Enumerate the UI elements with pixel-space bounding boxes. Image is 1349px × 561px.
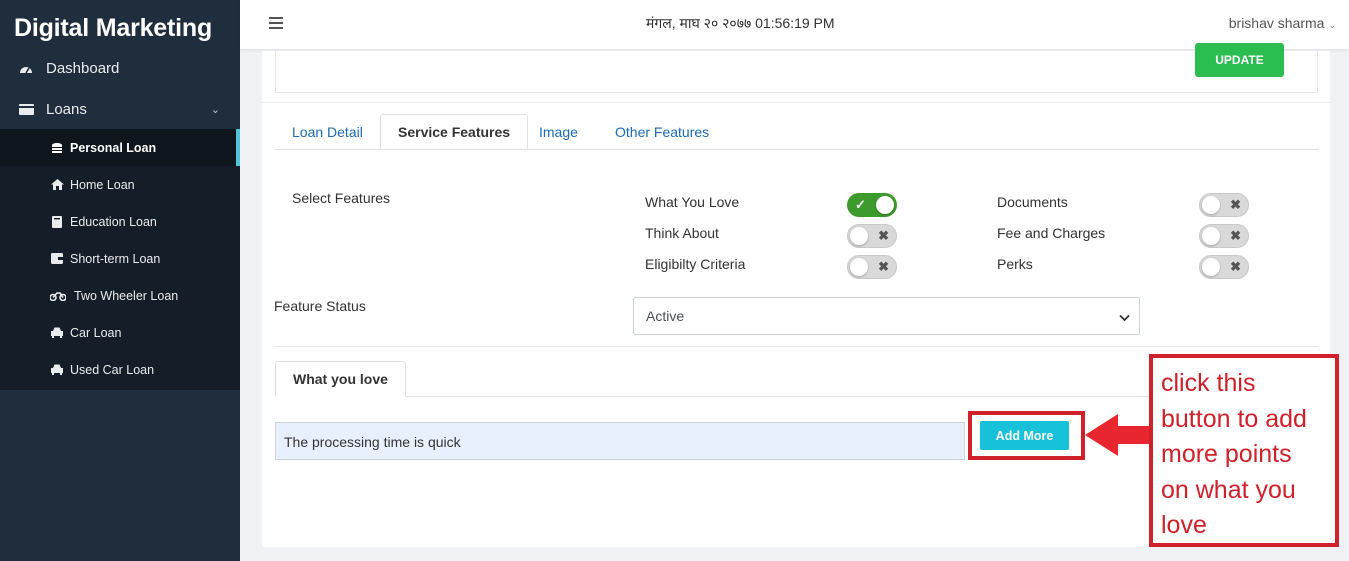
add-more-button[interactable]: Add More — [980, 421, 1069, 450]
think-about-toggle[interactable]: ✖ — [847, 224, 897, 248]
annotation-line: love — [1161, 511, 1207, 539]
what-you-love-toggle[interactable]: ✓ — [847, 193, 897, 217]
annotation-arrow-icon — [1085, 414, 1153, 456]
fee-and-charges-toggle[interactable]: ✖ — [1199, 224, 1249, 248]
nepali-datetime: मंगल, माघ २० २०७७ 01:56:19 PM — [646, 15, 835, 31]
menu-toggle-icon[interactable] — [269, 16, 283, 30]
home-icon — [50, 179, 64, 190]
sidebar-item-label: Used Car Loan — [70, 362, 155, 377]
sidebar-item-used-car-loan[interactable]: Used Car Loan — [0, 351, 240, 388]
feature-status-label: Feature Status — [274, 298, 366, 314]
sidebar-item-car-loan[interactable]: Car Loan — [0, 314, 240, 351]
feature-label-what-you-love: What You Love — [645, 194, 740, 210]
sidebar-item-education-loan[interactable]: Education Loan — [0, 203, 240, 240]
chevron-down-icon: ⌄ — [210, 103, 220, 116]
credit-card-icon — [18, 103, 34, 115]
close-icon: ✖ — [878, 259, 889, 274]
top-navbar: मंगल, माघ २० २०७७ 01:56:19 PM brishav sh… — [240, 0, 1349, 50]
dashboard-icon — [18, 62, 34, 74]
loan-form-card-top — [262, 51, 1330, 102]
sidebar-item-two-wheeler-loan[interactable]: Two Wheeler Loan — [0, 277, 240, 314]
chevron-down-icon — [1119, 309, 1130, 325]
feature-label-eligibility-criteria: Eligibilty Criteria — [645, 256, 746, 272]
sidebar-item-home-loan[interactable]: Home Loan — [0, 166, 240, 203]
user-menu[interactable]: brishav sharma ⌄ — [1229, 15, 1336, 31]
sidebar-item-personal-loan[interactable]: Personal Loan — [0, 129, 240, 166]
annotation-callout: click this button to add more points on … — [1149, 354, 1339, 547]
close-icon: ✖ — [878, 228, 889, 243]
close-icon: ✖ — [1230, 259, 1241, 274]
brand-title[interactable]: Digital Marketing — [0, 0, 240, 52]
tab-what-you-love[interactable]: What you love — [275, 361, 406, 397]
annotation-line: on what you — [1161, 475, 1296, 504]
sidebar-item-short-term-loan[interactable]: Short-term Loan — [0, 240, 240, 277]
check-icon: ✓ — [855, 197, 866, 212]
sidebar-item-label: Personal Loan — [70, 140, 157, 155]
form-section-box — [275, 51, 1318, 93]
sidebar-item-label: Education Loan — [70, 214, 157, 229]
sidebar-item-dashboard[interactable]: Dashboard — [0, 52, 240, 84]
feature-status-select[interactable]: Active — [633, 297, 1140, 335]
annotation-line: click this — [1161, 369, 1256, 397]
sidebar-item-label: Car Loan — [70, 325, 122, 340]
feature-label-fee-and-charges: Fee and Charges — [997, 225, 1106, 241]
coins-icon — [50, 142, 64, 154]
loan-tabs: Loan Detail Service Features Image Other… — [275, 114, 1319, 150]
tab-image[interactable]: Image — [539, 114, 578, 150]
wallet-icon — [50, 253, 64, 264]
car-icon — [50, 364, 64, 375]
sidebar-item-label: Two Wheeler Loan — [74, 288, 179, 303]
select-features-label: Select Features — [292, 190, 391, 206]
chevron-down-icon: ⌄ — [1328, 20, 1336, 30]
loans-submenu: Personal Loan Home Loan Education Loan S… — [0, 129, 240, 390]
annotation-line: button to add — [1161, 404, 1307, 433]
annotation-line: more points — [1161, 440, 1292, 468]
motorcycle-icon — [50, 291, 66, 301]
tab-loan-detail[interactable]: Loan Detail — [292, 114, 363, 150]
book-icon — [50, 215, 64, 228]
sidebar-item-label: Short-term Loan — [70, 251, 161, 266]
close-icon: ✖ — [1230, 197, 1241, 212]
close-icon: ✖ — [1230, 228, 1241, 243]
update-button[interactable]: UPDATE — [1195, 43, 1284, 77]
feature-status-value: Active — [646, 308, 685, 324]
perks-toggle[interactable]: ✖ — [1199, 255, 1249, 279]
eligibility-criteria-toggle[interactable]: ✖ — [847, 255, 897, 279]
sidebar-item-loans[interactable]: Loans ⌄ — [0, 93, 240, 125]
documents-toggle[interactable]: ✖ — [1199, 193, 1249, 217]
sidebar: Digital Marketing Dashboard Loans ⌄ Pers… — [0, 0, 240, 561]
sidebar-item-label: Loans — [46, 100, 87, 118]
sidebar-item-label: Home Loan — [70, 177, 135, 192]
tab-service-features[interactable]: Service Features — [380, 114, 529, 149]
tab-other-features[interactable]: Other Features — [615, 114, 709, 150]
feature-label-think-about: Think About — [645, 225, 719, 241]
divider — [275, 346, 1319, 347]
sidebar-item-label: Dashboard — [46, 59, 120, 77]
feature-label-perks: Perks — [997, 256, 1033, 272]
what-you-love-point-input[interactable]: The processing time is quick — [275, 422, 965, 460]
car-icon — [50, 327, 64, 338]
feature-label-documents: Documents — [997, 194, 1068, 210]
user-name: brishav sharma — [1228, 15, 1325, 31]
